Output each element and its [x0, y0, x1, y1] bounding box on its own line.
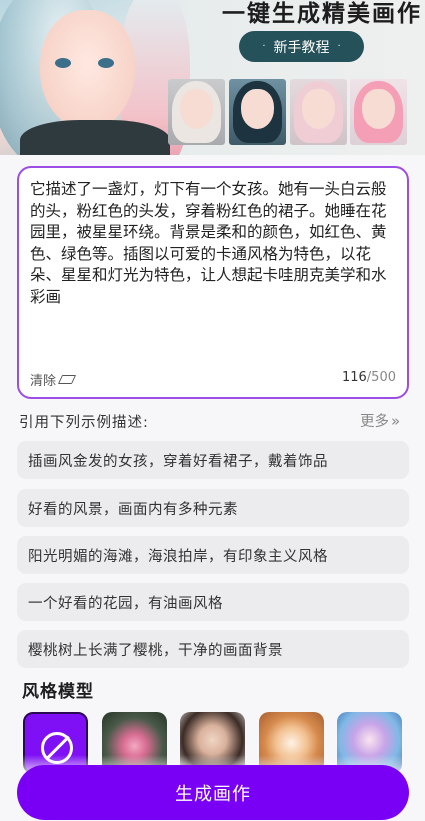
character-counter: 116/500 [342, 370, 396, 385]
more-label: 更多 [360, 414, 389, 430]
example-item[interactable]: 樱桃树上长满了樱桃，干净的画面背景 [17, 630, 409, 668]
sample-thumbnail-dark-hair [229, 79, 286, 145]
example-item[interactable]: 一个好看的花园，有油画风格 [17, 583, 409, 621]
header-banner: 一键生成精美画作 · 新手教程 · [0, 0, 425, 155]
clear-label: 清除 [30, 374, 57, 389]
sample-thumbnail-pink-hair [350, 79, 407, 145]
double-chevron-right-icon: » [391, 411, 400, 430]
clear-button[interactable]: 清除 [30, 370, 77, 389]
prompt-text[interactable]: 它描述了一盏灯，灯下有一个女孩。她有一头白云般的头，粉红色的头发，穿着粉红色的裙… [30, 179, 398, 308]
example-item[interactable]: 插画风金发的女孩，穿着好看裙子，戴着饰品 [17, 441, 409, 479]
prompt-textarea[interactable]: 它描述了一盏灯，灯下有一个女孩。她有一头白云般的头，粉红色的头发，穿着粉红色的裙… [17, 166, 409, 399]
style-models-title: 风格模型 [22, 682, 94, 702]
examples-header: 引用下列示例描述: [19, 415, 149, 431]
character-count: 116 [341, 370, 367, 385]
character-max: /500 [366, 370, 396, 385]
example-item[interactable]: 阳光明媚的海滩，海浪拍岸，有印象主义风格 [17, 536, 409, 574]
banner-title: 一键生成精美画作 [222, 1, 422, 27]
eraser-icon [57, 375, 77, 384]
more-examples-link[interactable]: 更多 » [360, 410, 400, 431]
hero-illustration [0, 0, 190, 155]
tutorial-button[interactable]: · 新手教程 · [239, 31, 364, 62]
generate-button[interactable]: 生成画作 [17, 765, 409, 820]
tutorial-label: 新手教程 [273, 39, 330, 56]
sample-thumbnail-pink-white-hair [290, 79, 347, 145]
example-item[interactable]: 好看的风景，画面内有多种元素 [17, 489, 409, 527]
sample-thumbnail-white-hair [168, 79, 225, 145]
